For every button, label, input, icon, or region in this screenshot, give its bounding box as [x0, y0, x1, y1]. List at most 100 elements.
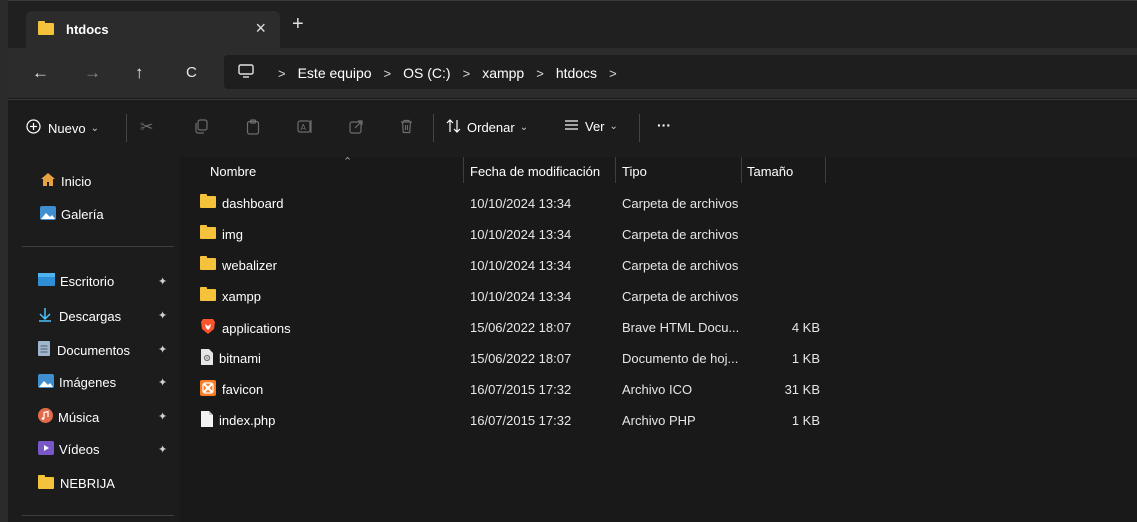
- file-modified: 10/10/2024 13:34: [470, 196, 572, 211]
- delete-icon[interactable]: [400, 119, 413, 134]
- view-button-label: Ver: [585, 119, 605, 134]
- copy-icon[interactable]: [194, 119, 208, 134]
- rename-icon[interactable]: A: [297, 119, 313, 134]
- close-tab-button[interactable]: ×: [255, 18, 266, 39]
- share-icon[interactable]: [349, 119, 364, 134]
- file-row[interactable]: webalizer 10/10/2024 13:34 Carpeta de ar…: [180, 250, 1137, 281]
- paste-icon[interactable]: [246, 119, 260, 135]
- sidebar-item-nebrija[interactable]: NEBRIJA: [38, 475, 115, 492]
- window-left-border: [0, 0, 8, 522]
- file-row[interactable]: img 10/10/2024 13:34 Carpeta de archivos: [180, 219, 1137, 250]
- column-divider[interactable]: [825, 157, 826, 183]
- sidebar-item-descargas[interactable]: Descargas: [38, 307, 121, 325]
- videos-icon: [38, 441, 54, 458]
- breadcrumb-os-c[interactable]: OS (C:): [403, 65, 450, 81]
- chevron-right-icon: >: [383, 65, 392, 81]
- pin-icon[interactable]: ✦: [158, 309, 167, 322]
- pictures-icon: [38, 374, 54, 391]
- file-name-cell: applications: [200, 318, 291, 338]
- file-row[interactable]: xampp 10/10/2024 13:34 Carpeta de archiv…: [180, 281, 1137, 312]
- folder-icon: [200, 225, 216, 242]
- sidebar-item-galeria[interactable]: Galería: [40, 206, 104, 223]
- file-type: Archivo PHP: [622, 413, 696, 428]
- sidebar-item-escritorio[interactable]: Escritorio: [38, 273, 114, 289]
- breadcrumb-este-equipo[interactable]: Este equipo: [298, 65, 372, 81]
- desktop-icon: [38, 273, 55, 289]
- file-name-cell: dashboard: [200, 194, 284, 211]
- refresh-button[interactable]: C: [186, 64, 197, 82]
- forward-button[interactable]: →: [84, 64, 101, 82]
- pin-icon[interactable]: ✦: [158, 275, 167, 288]
- file-modified: 16/07/2015 17:32: [470, 382, 572, 397]
- file-icon: [200, 411, 213, 430]
- view-icon: [564, 119, 579, 134]
- file-name-cell: bitnami: [200, 349, 261, 368]
- plus-circle-icon: [26, 119, 41, 137]
- column-divider[interactable]: [741, 157, 742, 183]
- sidebar-item-label: Imágenes: [59, 375, 117, 390]
- file-row[interactable]: index.php 16/07/2015 17:32 Archivo PHP 1…: [180, 405, 1137, 436]
- file-name: dashboard: [222, 196, 284, 211]
- up-button[interactable]: ↑: [135, 64, 144, 82]
- file-name-cell: img: [200, 225, 243, 242]
- command-bar: Nuevo ⌄ ✂ A Ordenar ⌄ Ver ⌄ ···: [8, 99, 1137, 158]
- navigation-pane: Inicio Galería Escritorio ✦ Descargas ✦: [8, 157, 180, 522]
- tab-htdocs[interactable]: htdocs ×: [26, 11, 280, 49]
- sidebar-item-musica[interactable]: Música: [38, 408, 99, 426]
- column-divider[interactable]: [615, 157, 616, 183]
- pin-icon[interactable]: ✦: [158, 343, 167, 356]
- sidebar-item-label: Galería: [61, 207, 104, 222]
- view-button[interactable]: Ver ⌄: [564, 119, 618, 134]
- sidebar-item-label: Música: [58, 409, 100, 425]
- sidebar-item-inicio[interactable]: Inicio: [40, 172, 91, 190]
- pin-icon[interactable]: ✦: [158, 443, 167, 456]
- sort-ascending-icon: ⌃: [343, 156, 353, 168]
- column-header-name[interactable]: Nombre: [210, 164, 256, 179]
- sort-button-label: Ordenar: [467, 120, 515, 135]
- sort-button[interactable]: Ordenar ⌄: [446, 119, 528, 136]
- sidebar-item-documentos[interactable]: Documentos: [38, 341, 130, 359]
- file-row[interactable]: dashboard 10/10/2024 13:34 Carpeta de ar…: [180, 188, 1137, 219]
- more-options-button[interactable]: ···: [657, 117, 671, 133]
- column-header-size[interactable]: Tamaño: [747, 164, 793, 179]
- breadcrumb: > Este equipo > OS (C:) > xampp > htdocs…: [238, 64, 629, 82]
- file-explorer-window: htdocs × + ← → ↑ C > Este equipo > OS (C…: [0, 0, 1137, 522]
- stylesheet-icon: [200, 349, 213, 368]
- toolbar-divider: [126, 114, 127, 142]
- chevron-right-icon: >: [278, 65, 286, 81]
- pin-icon[interactable]: ✦: [158, 410, 167, 423]
- file-name: favicon: [222, 382, 264, 397]
- file-type: Carpeta de archivos: [622, 258, 739, 273]
- sidebar-item-imagenes[interactable]: Imágenes: [38, 374, 116, 391]
- column-header-type[interactable]: Tipo: [622, 164, 647, 179]
- folder-icon: [200, 256, 216, 273]
- file-size: 4 KB: [791, 320, 820, 335]
- file-name: webalizer: [222, 258, 277, 273]
- address-bar[interactable]: > Este equipo > OS (C:) > xampp > htdocs…: [224, 55, 1137, 89]
- chevron-right-icon[interactable]: >: [609, 66, 617, 81]
- folder-icon: [200, 287, 216, 304]
- back-button[interactable]: ←: [32, 64, 49, 82]
- file-row[interactable]: bitnami 15/06/2022 18:07 Documento de ho…: [180, 343, 1137, 374]
- file-modified: 10/10/2024 13:34: [470, 227, 572, 242]
- sidebar-item-videos[interactable]: Vídeos: [38, 441, 99, 458]
- new-tab-button[interactable]: +: [292, 14, 304, 34]
- file-size: 31 KB: [784, 382, 820, 397]
- file-row[interactable]: applications 15/06/2022 18:07 Brave HTML…: [180, 312, 1137, 343]
- address-row: ← → ↑ C > Este equipo > OS (C:) > xampp …: [8, 48, 1137, 98]
- new-button[interactable]: Nuevo ⌄: [26, 119, 99, 137]
- file-type: Carpeta de archivos: [622, 289, 739, 304]
- tab-title: htdocs: [66, 22, 109, 37]
- file-name-cell: webalizer: [200, 256, 277, 273]
- sidebar-item-label: Vídeos: [59, 442, 100, 457]
- chevron-right-icon: >: [536, 65, 544, 81]
- breadcrumb-xampp[interactable]: xampp: [482, 65, 524, 81]
- column-divider[interactable]: [463, 157, 464, 183]
- breadcrumb-htdocs[interactable]: htdocs: [556, 65, 597, 81]
- folder-icon: [38, 21, 54, 38]
- file-name: img: [222, 227, 243, 242]
- cut-icon[interactable]: ✂: [140, 117, 153, 137]
- file-row[interactable]: favicon 16/07/2015 17:32 Archivo ICO 31 …: [180, 374, 1137, 405]
- pin-icon[interactable]: ✦: [158, 376, 167, 389]
- column-header-modified[interactable]: Fecha de modificación: [470, 164, 600, 179]
